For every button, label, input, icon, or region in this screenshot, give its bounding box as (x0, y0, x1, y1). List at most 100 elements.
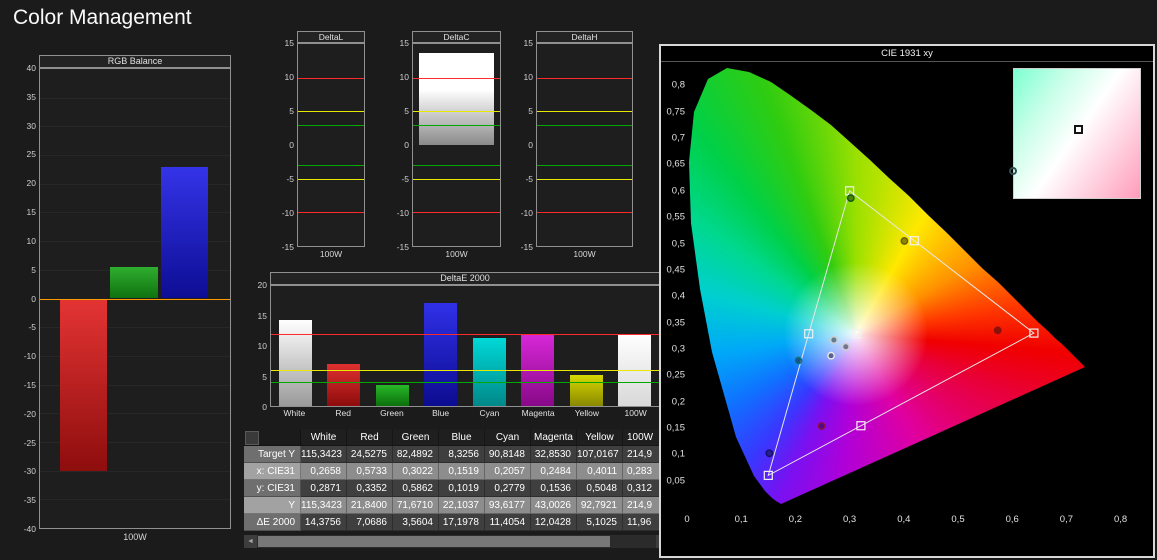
threshold-line-green (537, 165, 632, 167)
measured-point-white (827, 351, 835, 360)
axis-tick-label: -25 (23, 437, 36, 448)
table-cell: 115,3423 (301, 497, 347, 514)
table-cell: 0,4011 (577, 463, 623, 480)
deltae-bar-yellow (569, 375, 603, 406)
threshold-line-red (537, 212, 632, 214)
gridline (40, 499, 230, 501)
category-label: 100W (624, 408, 647, 418)
table-row: ΔE 2000 14,3756 7,0686 3,5604 17,1978 11,4054… (244, 514, 669, 531)
axis-tick-label: -40 (23, 523, 36, 534)
axis-tick-label: 10 (399, 71, 409, 82)
table-header: White Red Green Blue Cyan Magenta Yellow 100W (244, 429, 669, 446)
table-cell: 0,2057 (485, 463, 531, 480)
bar-blue (160, 166, 209, 299)
axis-tick-label: -5 (28, 322, 36, 333)
delta-h-plot (536, 43, 633, 247)
reference-point-white (851, 329, 862, 339)
threshold-line-green (413, 124, 500, 126)
threshold-line-yellow (537, 111, 632, 113)
table-cell: 5,1025 (577, 514, 623, 531)
scrollbar-thumb[interactable] (258, 536, 610, 547)
delta-c-y-axis: 15 10 5 0 -5 -10 -15 (395, 39, 412, 251)
axis-tick-label: 15 (26, 206, 36, 217)
category-label: Cyan (479, 408, 500, 418)
axis-tick-label: 10 (284, 71, 294, 82)
axis-tick-label: -10 (281, 207, 294, 218)
table-cell: 90,8148 (485, 446, 531, 463)
table-cell: 11,4054 (485, 514, 531, 531)
delta-l-y-axis: 15 10 5 0 -5 -10 -15 (280, 39, 297, 251)
delta-h-chart: DeltaH 15 10 5 0 -5 -10 -15 100W (519, 31, 633, 261)
table-cell: 0,3022 (393, 463, 439, 480)
cie-1931-diagram: CIE 1931 xy 0 0,1 0,2 0,3 0,4 0,5 0,6 0,7 0,8 0,8… (659, 44, 1155, 558)
axis-tick-label: 5 (404, 105, 409, 116)
table-corner-cell (244, 429, 301, 446)
table-cell: 32,8530 (531, 446, 577, 463)
column-header: Blue (439, 429, 485, 446)
rgb-balance-chart: RGB Balance 40 35 30 25 20 15 10 5 0 -5 -10 -15 -20 -… (18, 55, 231, 545)
table-header-row: White Red Green Blue Cyan Magenta Yellow 100W (244, 429, 669, 446)
table-cell: 3,5604 (393, 514, 439, 531)
table-cell: 0,1536 (531, 480, 577, 497)
threshold-line-yellow (298, 111, 364, 113)
table-cell: 0,2871 (301, 480, 347, 497)
zero-line (40, 298, 230, 300)
threshold-line-green (298, 124, 364, 126)
delta-c-chart: DeltaC 15 10 5 0 -5 -10 -15 100W (395, 31, 501, 261)
scroll-left-arrow-icon[interactable]: ◄ (244, 535, 257, 548)
threshold-line-yellow (537, 178, 632, 180)
measurements-table: White Red Green Blue Cyan Magenta Yellow 100W T… (244, 429, 669, 531)
delta-e-2000-title: DeltaE 2000 (270, 272, 660, 285)
row-label: x: CIE31 (244, 463, 301, 480)
column-header: Magenta (531, 429, 577, 446)
category-label: Red (335, 408, 351, 418)
deltae-bar-green (375, 384, 409, 406)
delta-bar (419, 52, 494, 145)
axis-tick-label: 0 (528, 139, 533, 150)
gridline (40, 470, 230, 472)
axis-tick-label: -5 (286, 173, 294, 184)
threshold-line-green (537, 124, 632, 126)
axis-tick-label: 15 (257, 310, 267, 321)
delta-l-chart: DeltaL 15 10 5 0 -5 -10 -15 100W (280, 31, 365, 261)
axis-tick-label: 5 (528, 105, 533, 116)
gamut-triangle (767, 189, 1035, 477)
table-cell: 93,6177 (485, 497, 531, 514)
axis-tick-label: 20 (257, 279, 267, 290)
table-cell: 0,2658 (301, 463, 347, 480)
category-label: Magenta (521, 408, 555, 418)
table-cell: 12,0428 (531, 514, 577, 531)
deltae-bar-white (278, 319, 312, 406)
category-label: Yellow (574, 408, 599, 418)
bar-red (59, 298, 108, 471)
table-cell: 0,2484 (531, 463, 577, 480)
table-cell: 43,0026 (531, 497, 577, 514)
measured-point-gray1 (829, 336, 838, 344)
category-label: White (283, 408, 306, 418)
measured-point-yellow (900, 237, 909, 245)
axis-tick-label: 5 (31, 264, 36, 275)
delta-e-category-labels: White Red Green Blue Cyan Magenta Yellow 100W (270, 407, 660, 421)
rgb-balance-title: RGB Balance (39, 55, 231, 68)
table-row: Target Y 115,3423 24,5275 82,4892 8,3256 90,8… (244, 446, 669, 463)
delta-h-x-label: 100W (573, 249, 596, 259)
cie-title: CIE 1931 xy (661, 46, 1153, 62)
axis-tick-label: -20 (23, 408, 36, 419)
axis-tick-label: -35 (23, 494, 36, 505)
color-management-screen: Color Management RGB Balance 40 35 30 25 20 1… (0, 0, 1157, 560)
delta-e-2000-chart: DeltaE 2000 20 15 10 5 0 White Red Green Blue Cy… (250, 272, 660, 421)
axis-tick-label: -10 (520, 207, 533, 218)
axis-tick-label: -15 (281, 241, 294, 252)
axis-tick-label: 15 (399, 37, 409, 48)
white-measured-marker (1009, 167, 1017, 175)
table-cell: 14,3756 (301, 514, 347, 531)
rgb-balance-y-axis: 40 35 30 25 20 15 10 5 0 -5 -10 -15 -20 -25 -30 -35 -40 (18, 64, 39, 533)
table-horizontal-scrollbar[interactable]: ◄ ► (244, 535, 669, 548)
axis-tick-label: -15 (396, 241, 409, 252)
axis-tick-label: 0 (289, 139, 294, 150)
table-row: Y 115,3423 21,8400 71,6710 22,1037 93,6177 43,… (244, 497, 669, 514)
category-label: Green (380, 408, 404, 418)
row-label: Target Y (244, 446, 301, 463)
deltae-bar-cyan (472, 337, 506, 406)
table-cell: 0,1519 (439, 463, 485, 480)
